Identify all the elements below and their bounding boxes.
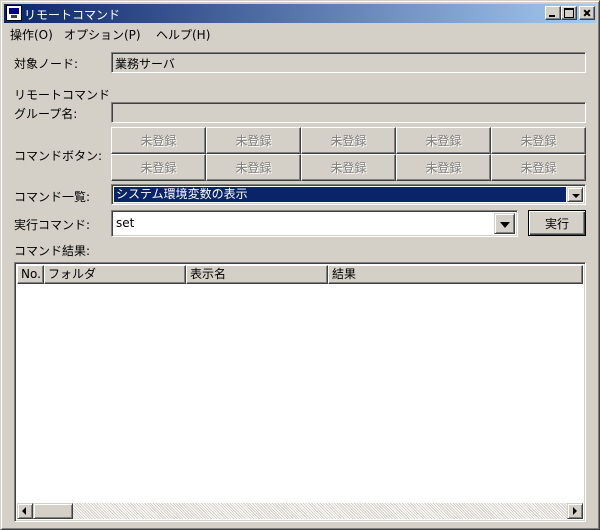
group-name-field [111, 102, 586, 123]
horizontal-scrollbar[interactable] [17, 503, 583, 519]
menu-operation[interactable]: 操作(O) [10, 26, 53, 43]
command-list-dropdown[interactable]: システム環境変数の表示 [111, 184, 586, 205]
command-button-1[interactable]: 未登録 [111, 127, 206, 154]
command-button-9[interactable]: 未登録 [396, 154, 491, 181]
column-header-result[interactable]: 結果 [328, 265, 583, 284]
menu-bar: 操作(O) オプション(P) ヘルプ(H) [4, 24, 596, 43]
target-node-label: 対象ノード: [14, 57, 79, 71]
results-label: コマンド結果: [14, 244, 91, 258]
exec-command-label: 実行コマンド: [14, 218, 91, 232]
command-button-8[interactable]: 未登録 [301, 154, 396, 181]
maximize-button[interactable] [561, 6, 577, 20]
command-button-4[interactable]: 未登録 [396, 127, 491, 154]
minimize-button[interactable] [545, 6, 561, 20]
target-node-value: 業務サーバ [115, 57, 175, 71]
command-button-6[interactable]: 未登録 [111, 154, 206, 181]
target-node-field: 業務サーバ [111, 52, 586, 73]
command-list-selected: システム環境変数の表示 [114, 187, 566, 202]
window-title: リモートコマンド [24, 8, 121, 22]
chevron-down-icon[interactable] [567, 187, 583, 202]
command-button-2[interactable]: 未登録 [206, 127, 301, 154]
group-label-line1: リモートコマンド [14, 88, 111, 102]
results-list[interactable]: No. フォルダ 表示名 結果 [14, 262, 586, 522]
command-buttons-label: コマンドボタン: [14, 149, 103, 163]
exec-command-value[interactable]: set [116, 216, 134, 230]
remote-command-window: リモートコマンド 操作(O) オプション(P) ヘルプ(H) 対象ノード: 業務… [0, 0, 600, 530]
scroll-left-icon[interactable] [17, 503, 33, 519]
app-icon[interactable] [6, 5, 22, 21]
scroll-thumb[interactable] [33, 503, 73, 519]
command-button-3[interactable]: 未登録 [301, 127, 396, 154]
column-header-no[interactable]: No. [17, 265, 44, 284]
column-header-display-name[interactable]: 表示名 [186, 265, 328, 284]
group-label-line2: グループ名: [14, 107, 78, 121]
menu-help[interactable]: ヘルプ(H) [156, 26, 210, 43]
menu-options[interactable]: オプション(P) [64, 26, 141, 43]
chevron-down-icon[interactable] [494, 213, 515, 234]
run-button[interactable]: 実行 [528, 210, 586, 236]
command-button-7[interactable]: 未登録 [206, 154, 301, 181]
title-bar[interactable]: リモートコマンド [4, 4, 596, 23]
command-list-label: コマンド一覧: [14, 190, 91, 204]
column-header-folder[interactable]: フォルダ [44, 265, 186, 284]
close-button[interactable] [579, 6, 595, 20]
command-button-5[interactable]: 未登録 [491, 127, 586, 154]
command-button-10[interactable]: 未登録 [491, 154, 586, 181]
scroll-right-icon[interactable] [567, 503, 583, 519]
exec-command-combo[interactable]: set [111, 210, 518, 237]
